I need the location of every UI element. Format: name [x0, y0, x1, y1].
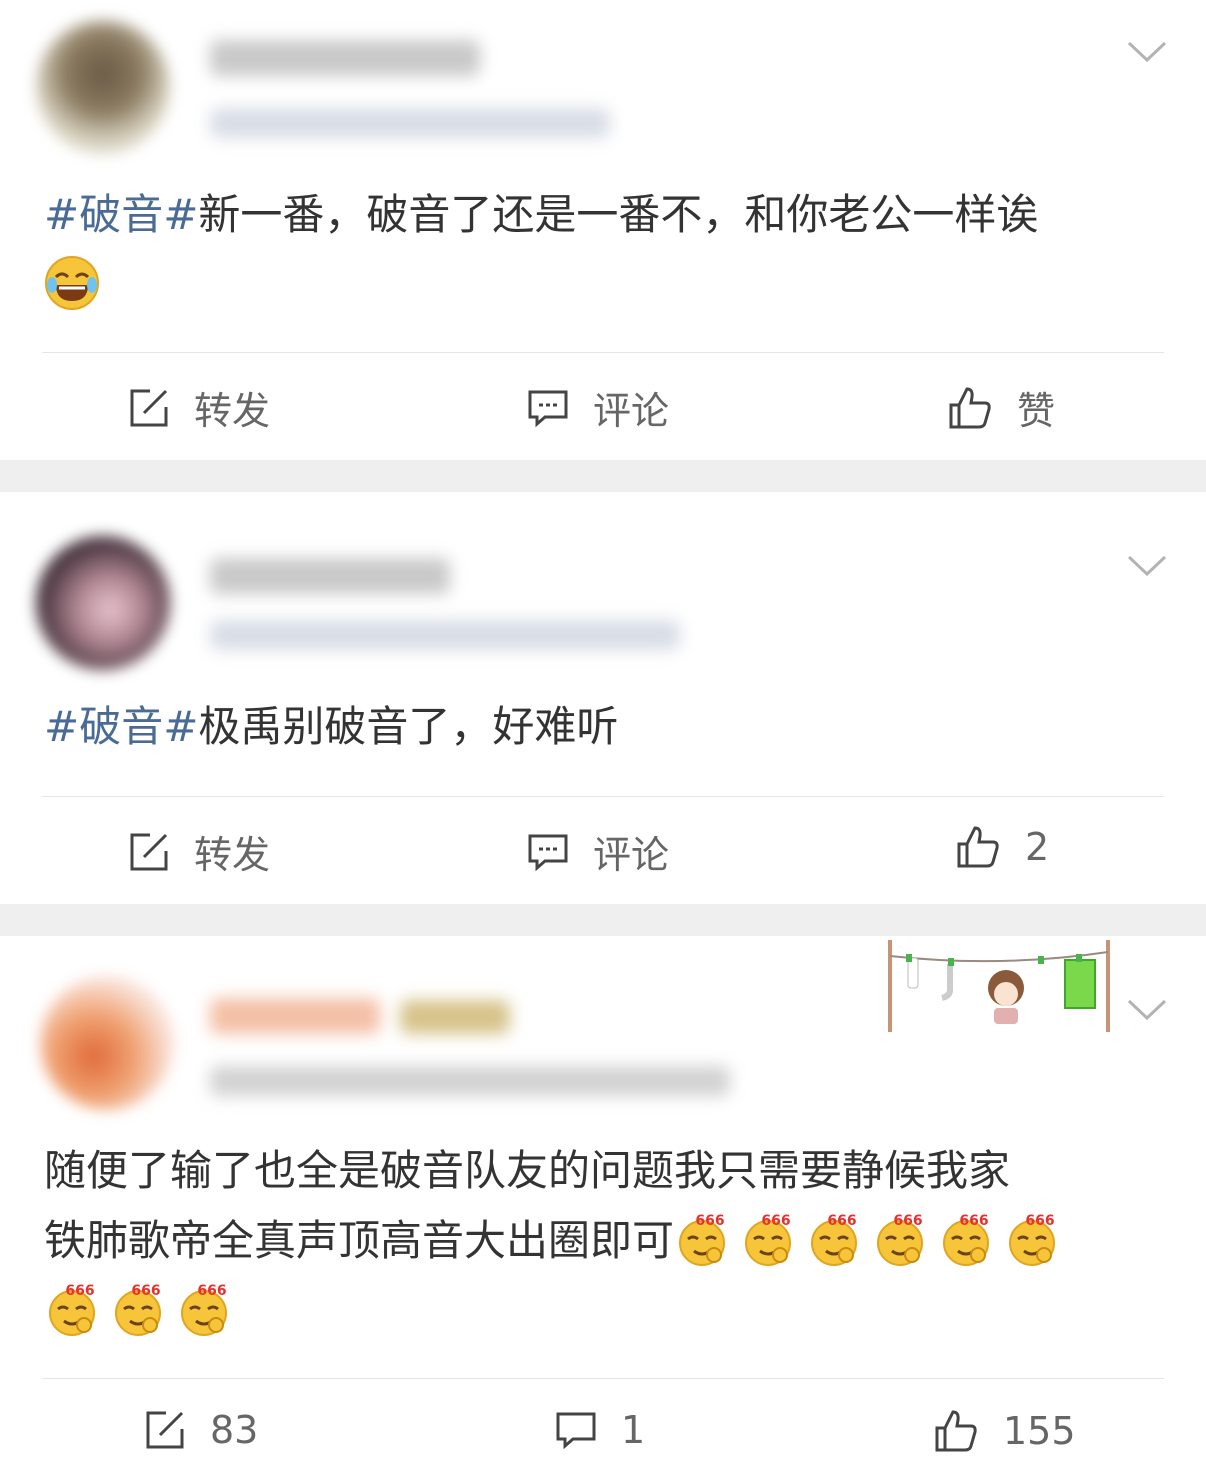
username-blurred[interactable] — [210, 40, 480, 76]
like-count: 2 — [1025, 825, 1050, 869]
comment-button[interactable]: 评论 — [527, 824, 669, 879]
like-button[interactable]: 2 — [955, 824, 1049, 870]
repost-icon — [130, 389, 168, 426]
repost-icon — [130, 833, 168, 870]
post-text-line: 铁肺歌帝全真声顶高音大出圈即可 — [44, 1216, 675, 1265]
username-blurred[interactable] — [210, 998, 380, 1034]
post-separator — [0, 460, 1206, 492]
666-emoji-icon: 666 — [679, 1213, 726, 1266]
chevron-down-icon[interactable] — [1127, 998, 1167, 1022]
hashtag-link[interactable]: #破音# — [44, 190, 198, 239]
repost-button[interactable]: 转发 — [128, 380, 270, 435]
avatar[interactable] — [40, 976, 174, 1110]
repost-icon — [146, 1411, 184, 1449]
svg-text:666: 666 — [65, 1283, 94, 1299]
like-count: 155 — [1003, 1409, 1076, 1453]
post-meta-blurred — [210, 620, 680, 650]
post-meta-blurred — [210, 108, 610, 138]
repost-label: 转发 — [194, 389, 271, 433]
comment-button[interactable]: 评论 — [527, 380, 669, 435]
post-text: 新一番，破音了还是一番不，和你老公一样诶 — [198, 190, 1039, 239]
666-emoji-icon: 666 — [877, 1213, 924, 1266]
comment-icon — [528, 834, 568, 871]
svg-text:666: 666 — [827, 1213, 856, 1229]
666-emoji-icon: 666 — [745, 1213, 792, 1266]
like-label: 赞 — [1017, 389, 1056, 433]
divider — [42, 796, 1164, 797]
svg-text:666: 666 — [695, 1213, 724, 1229]
666-emoji-icon: 666 — [115, 1283, 161, 1336]
666-emoji-icon: 666 — [1009, 1213, 1056, 1266]
comment-label: 评论 — [593, 389, 670, 433]
repost-button[interactable]: 83 — [144, 1408, 258, 1452]
like-button[interactable]: 155 — [933, 1408, 1076, 1454]
repost-label: 转发 — [194, 833, 271, 877]
post-card: 随便了输了也全是破音队友的问题我只需要静候我家 铁肺歌帝全真声顶高音大出圈即可 6… — [0, 936, 1206, 1476]
thumbs-up-icon — [935, 1410, 977, 1452]
member-badge-blurred — [400, 1000, 510, 1034]
username-blurred[interactable] — [210, 558, 450, 594]
avatar[interactable] — [36, 536, 170, 670]
chevron-down-icon[interactable] — [1127, 554, 1167, 578]
666-emoji-icon: 666 — [49, 1283, 95, 1336]
laughing-crying-emoji-icon — [45, 256, 99, 310]
like-button[interactable]: 赞 — [947, 380, 1055, 435]
post-card: #破音#极禹别破音了，好难听 转发 评论 2 — [0, 492, 1206, 904]
post-meta-blurred — [210, 1066, 730, 1096]
comment-count: 1 — [621, 1408, 646, 1452]
post-separator — [0, 904, 1206, 936]
post-content: #破音#极禹别破音了，好难听 — [44, 692, 1164, 762]
thumbs-up-icon — [949, 386, 991, 428]
thumbs-up-icon — [957, 826, 999, 868]
svg-text:666: 666 — [893, 1213, 922, 1229]
clothesline-decoration-icon — [888, 940, 1110, 1032]
post-card: #破音#新一番，破音了还是一番不，和你老公一样诶 转发 评论 赞 — [0, 0, 1206, 460]
666-emoji-icon: 666 — [811, 1213, 858, 1266]
666-emoji-icon: 666 — [943, 1213, 990, 1266]
svg-text:666: 666 — [1025, 1213, 1054, 1229]
comment-icon — [556, 1412, 596, 1450]
hashtag-link[interactable]: #破音# — [44, 702, 198, 751]
comment-button[interactable]: 1 — [555, 1408, 645, 1452]
post-content: 随便了输了也全是破音队友的问题我只需要静候我家 铁肺歌帝全真声顶高音大出圈即可 6… — [44, 1136, 1164, 1346]
avatar[interactable] — [36, 20, 170, 154]
svg-text:666: 666 — [197, 1283, 226, 1299]
svg-text:666: 666 — [131, 1283, 160, 1299]
repost-button[interactable]: 转发 — [128, 824, 270, 879]
svg-text:666: 666 — [959, 1213, 988, 1229]
post-text-line: 随便了输了也全是破音队友的问题我只需要静候我家 — [44, 1146, 1011, 1195]
divider — [42, 1378, 1164, 1379]
post-text: 极禹别破音了，好难听 — [198, 702, 619, 751]
svg-text:666: 666 — [761, 1213, 790, 1229]
post-content: #破音#新一番，破音了还是一番不，和你老公一样诶 — [44, 180, 1164, 320]
divider — [42, 352, 1164, 353]
repost-count: 83 — [210, 1408, 259, 1452]
666-emoji-icon: 666 — [181, 1283, 227, 1336]
comment-icon — [528, 390, 568, 427]
chevron-down-icon[interactable] — [1127, 40, 1167, 64]
comment-label: 评论 — [593, 833, 670, 877]
